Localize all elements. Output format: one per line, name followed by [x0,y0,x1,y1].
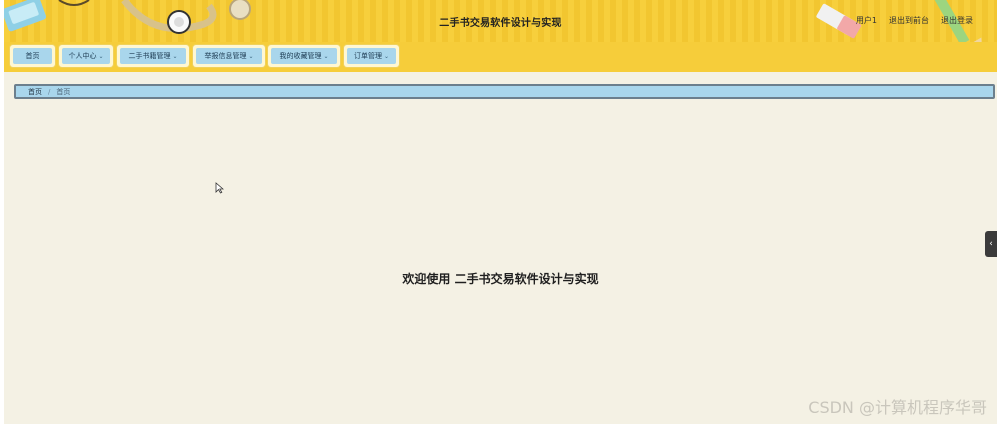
nav-item-order-management[interactable]: 订单管理 ⌄ [344,45,399,67]
chevron-down-icon: ⌄ [383,52,390,60]
app-frame: 二手书交易软件设计与实现 用户1 退出到前台 退出登录 首页 个人中心 ⌄ 二手书… [4,0,997,424]
chevron-down-icon: ⌄ [172,52,178,60]
nav-item-label: 订单管理 [353,52,382,60]
mouse-cursor-icon [215,182,224,194]
main-navbar: 首页 个人中心 ⌄ 二手书籍管理 ⌄ 举报信息管理 ⌄ 我的收藏管理 ⌄ 订单管理 ⌄ [4,42,997,72]
header-links: 用户1 退出到前台 退出登录 [856,15,973,26]
breadcrumb-separator: / [48,87,51,96]
back-to-front-link[interactable]: 退出到前台 [889,15,929,26]
logout-link[interactable]: 退出登录 [941,15,973,26]
side-panel-toggle[interactable]: ‹ [985,231,997,257]
nav-item-favorites-management[interactable]: 我的收藏管理 ⌄ [268,45,340,67]
nav-item-label: 首页 [25,52,40,60]
breadcrumb-home-link[interactable]: 首页 [28,87,42,97]
nav-item-book-management[interactable]: 二手书籍管理 ⌄ [117,45,189,67]
breadcrumb-current: 首页 [56,87,71,96]
nav-item-report-management[interactable]: 举报信息管理 ⌄ [193,45,265,67]
nav-item-label: 我的收藏管理 [279,52,322,60]
site-title: 二手书交易软件设计与实现 [439,18,562,29]
chevron-left-icon: ‹ [989,239,993,249]
nav-item-personal-center[interactable]: 个人中心 ⌄ [59,45,113,67]
nav-item-label: 个人中心 [68,52,97,60]
user-name-link[interactable]: 用户1 [856,15,877,26]
nav-item-label: 二手书籍管理 [128,52,171,60]
nav-item-label: 举报信息管理 [204,52,247,60]
welcome-message: 欢迎使用 二手书交易软件设计与实现 [402,272,599,286]
chevron-down-icon: ⌄ [98,52,104,60]
breadcrumb: 首页 / 首页 [14,84,995,99]
chevron-down-icon: ⌄ [248,52,254,60]
chevron-down-icon: ⌄ [323,52,329,60]
watermark: CSDN @计算机程序华哥 [808,398,987,417]
header-bar: 二手书交易软件设计与实现 用户1 退出到前台 退出登录 [4,0,997,43]
nav-item-home[interactable]: 首页 [10,45,55,67]
